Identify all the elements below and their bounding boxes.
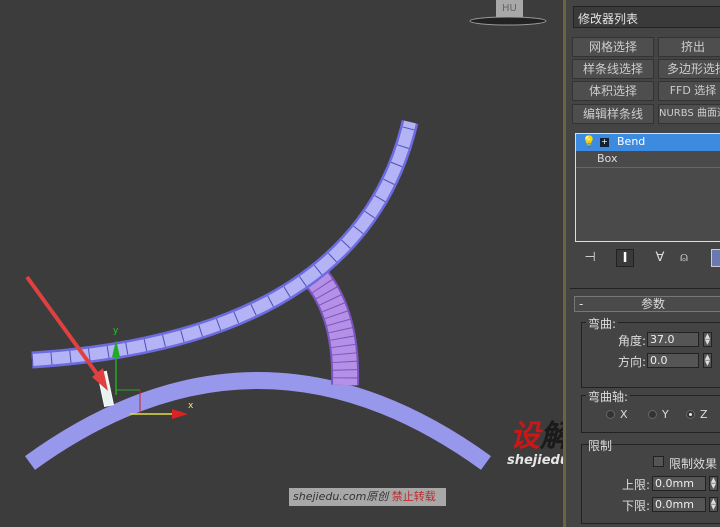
viewport[interactable]: HU y x 设解读 shejiedu.com sheji [0,0,604,527]
direction-input[interactable]: 0.0 [647,353,699,368]
upper-limit-spinner[interactable]: ▲ ▼ [709,476,718,491]
direction-label: 方向: [617,355,646,369]
angle-spinner[interactable]: ▲ ▼ [703,332,712,347]
remove-modifier-icon[interactable]: ⍝ [675,249,693,267]
axis-y-label: Y [662,408,669,421]
stack-item-label: Box [597,152,618,165]
stack-item-label: Bend [617,135,646,148]
vol-select-button[interactable]: 体积选择 [572,81,654,101]
stack-item-box[interactable]: Box [576,151,720,168]
axis-z-label: Z [700,408,708,421]
limit-effect-checkbox[interactable] [653,456,664,467]
bent-object-lower[interactable] [25,372,491,470]
axis-y-radio[interactable] [648,410,657,419]
credit-text: shejiedu.com原创 [293,490,389,503]
scene: HU y x [25,0,547,470]
credit-notice: 禁止转载 [391,490,436,503]
nurbs-select-button[interactable]: NURBS 曲面选择 [658,104,720,124]
parameters-rollout-header[interactable]: - 参数 [574,296,720,312]
angle-input[interactable]: 37.0 [647,332,699,347]
viewcube-label: HU [502,3,517,14]
modifier-stack[interactable]: 💡 + Bend Box [575,133,720,242]
axis-z-radio[interactable] [686,410,695,419]
credit-banner: shejiedu.com原创 禁止转载 [289,488,446,506]
axis-x-radio[interactable] [606,410,615,419]
gizmo-y-label: y [113,326,119,336]
lower-limit-spinner[interactable]: ▲ ▼ [709,497,718,512]
spline-select-button[interactable]: 样条线选择 [572,59,654,79]
extrude-button[interactable]: 挤出 [658,37,720,57]
configure-sets-icon[interactable] [711,249,720,267]
ffd-select-button[interactable]: FFD 选择 [658,81,720,101]
show-end-result-icon[interactable]: I [616,249,634,267]
lightbulb-icon[interactable]: 💡 [582,134,596,150]
divider [570,288,720,289]
upper-limit-input[interactable]: 0.0mm [652,476,706,491]
axis-x-label: X [620,408,628,421]
lower-limit-label: 下限: [621,499,650,513]
annotation-arrow [25,275,108,391]
lower-limit-input[interactable]: 0.0mm [652,497,706,512]
rollout-title: 参数 [641,297,666,311]
modifier-list-dropdown[interactable]: 修改器列表 [573,6,720,28]
upper-limit-label: 上限: [621,478,650,492]
command-panel: 修改器列表 网格选择 挤出 样条线选择 多边形选择 体积选择 FFD 选择 编辑… [566,0,720,527]
bend-group-label: 弯曲: [586,315,619,332]
direction-spinner[interactable]: ▲ ▼ [703,353,712,368]
angle-label: 角度: [617,334,646,348]
watermark-logo-red: 设 [510,419,540,454]
pin-stack-icon[interactable]: ⊣ [581,249,599,267]
edit-spline-button[interactable]: 编辑样条线 [572,104,654,124]
mesh-select-button[interactable]: 网格选择 [572,37,654,57]
limits-group-label: 限制 [588,439,613,453]
poly-select-button[interactable]: 多边形选择 [658,59,720,79]
expand-icon[interactable]: + [600,138,609,147]
bend-axis-group-label: 弯曲轴: [586,388,631,405]
gizmo-x-label: x [188,401,194,411]
limit-effect-label: 限制效果 [669,457,718,471]
make-unique-icon[interactable]: ∀ [651,249,669,267]
stack-item-bend[interactable]: 💡 + Bend [576,134,720,151]
rollout-toggle[interactable]: - [579,297,583,311]
